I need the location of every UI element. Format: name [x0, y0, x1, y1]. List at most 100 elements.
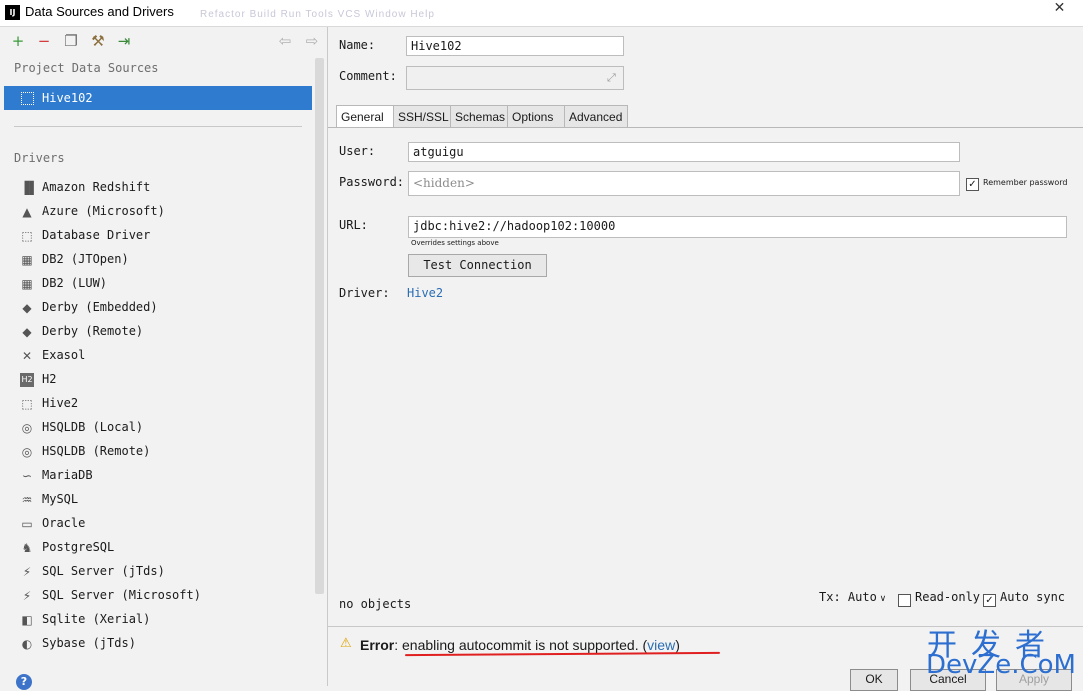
driver-icon: ◎ — [21, 445, 33, 459]
driver-label: SQL Server (Microsoft) — [42, 588, 201, 602]
readonly-checkbox[interactable] — [898, 594, 911, 607]
driver-item[interactable]: ⬚ Database Driver — [18, 224, 308, 248]
name-label: Name: — [339, 38, 376, 52]
driver-label: Sqlite (Xerial) — [42, 612, 151, 626]
background-menu-text: Refactor Build Run Tools VCS Window Help — [200, 9, 435, 20]
driver-label: Derby (Remote) — [42, 324, 144, 338]
error-link-open: ( — [638, 637, 648, 653]
driver-item[interactable]: ♞ PostgreSQL — [18, 536, 308, 560]
driver-label: Hive2 — [42, 396, 79, 410]
driver-label: Oracle — [42, 516, 86, 530]
import-icon[interactable]: ⇥ — [116, 33, 132, 49]
warning-icon: ⚠ — [340, 636, 352, 651]
chevron-down-icon: ∨ — [876, 594, 887, 604]
url-field[interactable]: jdbc:hive2://hadoop102:10000 — [408, 216, 1067, 238]
driver-icon: ▦ — [21, 253, 33, 267]
driver-label: Amazon Redshift — [42, 180, 151, 194]
driver-icon: ⚡ — [22, 589, 32, 603]
driver-item[interactable]: ▐▌ Amazon Redshift — [18, 176, 308, 200]
expand-icon[interactable]: ⤢ — [607, 71, 616, 85]
tab-schemas[interactable]: Schemas — [450, 105, 508, 127]
close-button[interactable]: ✕ — [1036, 0, 1083, 18]
driver-item[interactable]: ◧ Sqlite (Xerial) — [18, 608, 308, 632]
driver-item[interactable]: H2 H2 — [18, 368, 308, 392]
driver-label: PostgreSQL — [42, 540, 115, 554]
divider — [14, 126, 302, 127]
driver-label: HSQLDB (Remote) — [42, 444, 151, 458]
tab-general[interactable]: General — [336, 105, 394, 127]
forward-icon[interactable]: ⇨ — [304, 33, 320, 49]
test-connection-button[interactable]: Test Connection — [408, 254, 547, 277]
driver-icon: H2 — [20, 373, 34, 387]
tab-ssh-ssl[interactable]: SSH/SSL — [393, 105, 451, 127]
error-prefix: Error — [360, 637, 395, 653]
driver-item[interactable]: ∽ MariaDB — [18, 464, 308, 488]
remember-password-checkbox[interactable]: ✓ — [966, 178, 979, 191]
driver-icon: ⬚ — [21, 397, 33, 411]
driver-icon: ✕ — [21, 349, 33, 363]
driver-label: HSQLDB (Local) — [42, 420, 144, 434]
driver-icon: ⬚ — [21, 229, 33, 243]
remember-password-label: Remember password — [983, 178, 1068, 187]
name-field[interactable]: Hive102 — [406, 36, 624, 56]
driver-icon: ▐▌ — [20, 181, 39, 195]
driver-label: Sybase (jTds) — [42, 636, 136, 650]
url-label: URL: — [339, 218, 368, 232]
driver-icon: ⚡ — [22, 565, 32, 579]
password-field[interactable]: <hidden> — [408, 171, 960, 196]
driver-item[interactable]: ◐ Sybase (jTds) — [18, 632, 308, 656]
driver-label: Exasol — [42, 348, 86, 362]
error-message: Error: enabling autocommit is not suppor… — [360, 637, 680, 653]
driver-label: SQL Server (jTds) — [42, 564, 165, 578]
driver-label: DB2 (LUW) — [42, 276, 108, 290]
app-icon: IJ — [5, 5, 20, 20]
driver-item[interactable]: ♒ MySQL — [18, 488, 308, 512]
ok-button[interactable]: OK — [850, 669, 898, 691]
driver-label: Driver: — [339, 286, 390, 300]
driver-icon: ▲ — [22, 205, 32, 219]
driver-icon: ▭ — [21, 517, 33, 531]
add-icon[interactable]: + — [10, 33, 26, 49]
drivers-header: Drivers — [14, 151, 65, 165]
driver-item[interactable]: ◎ HSQLDB (Local) — [18, 416, 308, 440]
left-scrollbar[interactable] — [315, 58, 324, 594]
properties-icon[interactable]: ⚒ — [90, 33, 106, 49]
tab-advanced[interactable]: Advanced — [564, 105, 628, 127]
user-field[interactable]: atguigu — [408, 142, 960, 162]
auto-sync-label: Auto sync — [1000, 590, 1066, 604]
back-icon[interactable]: ⇦ — [277, 33, 293, 49]
driver-icon: ♒ — [21, 493, 33, 507]
driver-link[interactable]: Hive2 — [407, 286, 443, 300]
driver-item[interactable]: ⚡ SQL Server (jTds) — [18, 560, 308, 584]
driver-icon: ◧ — [21, 613, 33, 627]
driver-label: Derby (Embedded) — [42, 300, 158, 314]
tab-options[interactable]: Options — [507, 105, 565, 127]
driver-item[interactable]: ◎ HSQLDB (Remote) — [18, 440, 308, 464]
driver-item[interactable]: ✕ Exasol — [18, 344, 308, 368]
data-source-label: Hive102 — [42, 91, 93, 105]
driver-item[interactable]: ◆ Derby (Remote) — [18, 320, 308, 344]
error-link-close: ) — [675, 637, 680, 653]
driver-icon: ◐ — [21, 637, 33, 651]
driver-label: Database Driver — [42, 228, 151, 242]
comment-label: Comment: — [339, 69, 397, 83]
remove-icon[interactable]: − — [36, 33, 52, 49]
title-bar: IJ Data Sources and Drivers Refactor Bui… — [0, 0, 1083, 27]
comment-field[interactable] — [406, 66, 624, 90]
password-label: Password: — [339, 175, 405, 189]
help-icon[interactable]: ? — [16, 674, 32, 690]
driver-item[interactable]: ◆ Derby (Embedded) — [18, 296, 308, 320]
auto-sync-checkbox[interactable]: ✓ — [983, 594, 996, 607]
driver-item[interactable]: ⚡ SQL Server (Microsoft) — [18, 584, 308, 608]
tx-mode-dropdown[interactable]: Tx: Auto ∨ — [819, 590, 886, 604]
driver-icon: ◆ — [22, 301, 32, 315]
driver-item[interactable]: ▦ DB2 (JTOpen) — [18, 248, 308, 272]
duplicate-icon[interactable]: ❐ — [63, 33, 79, 49]
driver-item[interactable]: ▭ Oracle — [18, 512, 308, 536]
driver-item[interactable]: ⬚ Hive2 — [18, 392, 308, 416]
user-label: User: — [339, 144, 376, 158]
driver-item[interactable]: ▲ Azure (Microsoft) — [18, 200, 308, 224]
error-colon: : — [394, 637, 403, 653]
driver-item[interactable]: ▦ DB2 (LUW) — [18, 272, 308, 296]
error-view-link[interactable]: view — [647, 637, 675, 653]
